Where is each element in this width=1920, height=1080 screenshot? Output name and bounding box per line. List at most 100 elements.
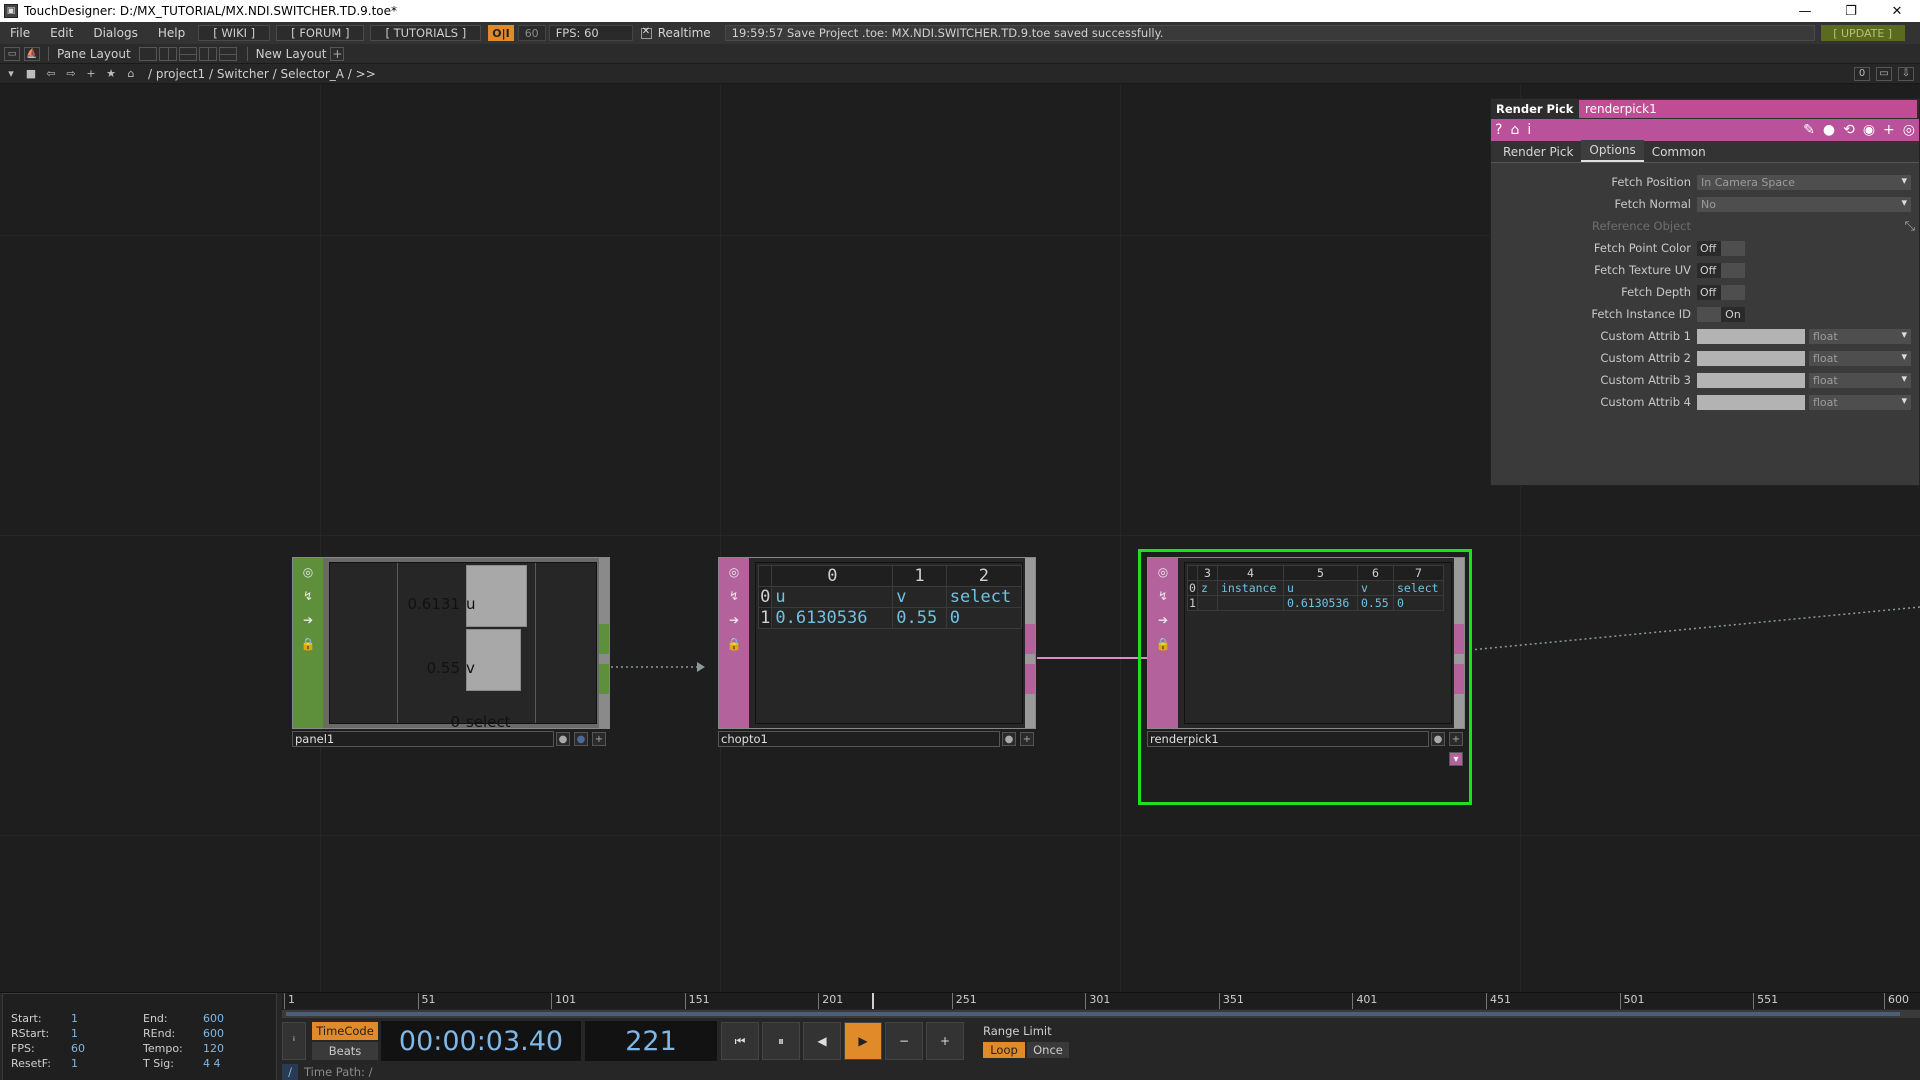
node-body[interactable]: ◎ ↯ ➔ 🔒 0.6131 u 0.55 v 0 select — [292, 557, 610, 731]
docked-icon[interactable]: ⟲ — [1843, 122, 1855, 138]
fetch-instance-id-toggle[interactable]: On — [1697, 306, 1745, 322]
panel-view-icon[interactable]: ⛵ — [24, 46, 40, 61]
cook-icon[interactable]: ↯ — [1153, 586, 1173, 606]
add-param-icon[interactable]: + — [1883, 122, 1895, 138]
viewer-toggle-icon[interactable]: ◎ — [298, 562, 318, 582]
custom-attrib-1-type-menu[interactable]: float — [1809, 328, 1911, 344]
wiki-button[interactable]: [ WIKI ] — [198, 25, 271, 41]
viewer-toggle-icon[interactable]: ◎ — [724, 562, 744, 582]
node-body[interactable]: ◎ ↯ ➔ 🔒 3 4 5 6 7 0 z instance u v selec… — [1147, 557, 1465, 729]
loop-button[interactable]: Loop — [983, 1042, 1025, 1058]
output-connector[interactable] — [1454, 664, 1464, 694]
layout-split-vertical-button[interactable] — [158, 46, 177, 61]
target-icon[interactable]: ◎ — [1903, 122, 1915, 138]
restore-button[interactable]: ❐ — [1828, 0, 1874, 22]
frame-display[interactable]: 221 — [585, 1021, 717, 1061]
lock-icon[interactable]: 🔒 — [724, 634, 744, 654]
menu-edit[interactable]: Edit — [40, 26, 83, 40]
bypass-flag-icon[interactable]: ● — [1431, 732, 1445, 746]
home-icon[interactable]: ⌂ — [122, 66, 140, 82]
python-icon[interactable]: ◉ — [1863, 122, 1875, 138]
stop-icon[interactable]: ■ — [22, 66, 40, 82]
add-icon[interactable]: + — [592, 732, 606, 746]
custom-attrib-2-type-menu[interactable]: float — [1809, 350, 1911, 366]
add-icon[interactable]: + — [82, 66, 100, 82]
perform-mode-button[interactable]: O|I — [488, 25, 514, 41]
bypass-flag-icon[interactable]: ● — [556, 732, 570, 746]
output-connector[interactable] — [1025, 624, 1035, 654]
custom-attrib-4-type-menu[interactable]: float — [1809, 394, 1911, 410]
layout-split-horizontal-button[interactable] — [178, 46, 197, 61]
tutorials-button[interactable]: [ TUTORIALS ] — [370, 25, 482, 41]
add-layout-icon[interactable]: + — [330, 46, 345, 61]
rewind-to-start-icon[interactable]: ⏮ — [721, 1022, 759, 1060]
timecode-mode-button[interactable]: TimeCode — [312, 1022, 378, 1040]
output-connector[interactable] — [1025, 664, 1035, 694]
timeline-ruler[interactable]: 1 51 101 151 201 251 301 351 401 451 501 551 600 — [282, 993, 1920, 1009]
export-arrow-icon[interactable]: ➔ — [1153, 610, 1173, 630]
custom-attrib-4-field[interactable] — [1697, 394, 1805, 410]
close-button[interactable]: ✕ — [1874, 0, 1920, 22]
realtime-toggle[interactable]: Realtime — [640, 26, 711, 40]
fps-cap-field[interactable]: 60 — [517, 25, 546, 41]
tsig-value[interactable]: 4 4 — [203, 1057, 221, 1071]
info-icon[interactable]: i — [1527, 122, 1531, 138]
realtime-checkbox[interactable] — [640, 26, 652, 39]
edit-pencil-icon[interactable]: ✎ — [1803, 122, 1815, 138]
back-icon[interactable]: ⇦ — [42, 66, 60, 82]
dropdown-arrow-icon[interactable]: ▾ — [2, 66, 20, 82]
output-connector[interactable] — [599, 624, 609, 654]
timecode-display[interactable]: 00:00:03.40 — [381, 1021, 581, 1061]
step-back-icon[interactable]: − — [885, 1022, 923, 1060]
panel-viewer[interactable]: 0.6131 u 0.55 v 0 select — [329, 562, 597, 731]
node-renderpick1[interactable]: ◎ ↯ ➔ 🔒 3 4 5 6 7 0 z instance u v selec… — [1138, 549, 1472, 805]
new-layout-label[interactable]: New Layout — [256, 47, 327, 61]
layout-single-button[interactable] — [138, 46, 157, 61]
lock-icon[interactable]: 🔒 — [1153, 634, 1173, 654]
bookmark-star-icon[interactable]: ★ — [102, 66, 120, 82]
python-help-icon[interactable]: ⌂ — [1510, 122, 1519, 138]
custom-attrib-2-field[interactable] — [1697, 350, 1805, 366]
tempo-value[interactable]: 120 — [203, 1042, 224, 1056]
menu-dialogs[interactable]: Dialogs — [83, 26, 147, 40]
viewer-toggle-icon[interactable]: ◎ — [1153, 562, 1173, 582]
node-chopto1[interactable]: ◎ ↯ ➔ 🔒 0 1 2 0 u v select 1 0.6130536 0… — [718, 557, 1036, 747]
add-icon[interactable]: + — [1020, 732, 1034, 746]
node-panel1[interactable]: ◎ ↯ ➔ 🔒 0.6131 u 0.55 v 0 select panel1 … — [292, 557, 610, 747]
operator-name-field[interactable]: renderpick1 — [1579, 100, 1917, 118]
maximize-pane-icon[interactable]: ▭ — [1876, 66, 1892, 81]
play-forward-icon[interactable]: ▶ — [844, 1022, 882, 1060]
fetch-texture-uv-toggle[interactable]: Off — [1697, 262, 1745, 278]
network-path[interactable]: / project1 / Switcher / Selector_A / >> — [148, 67, 376, 81]
forum-button[interactable]: [ FORUM ] — [276, 25, 365, 41]
fetch-normal-menu[interactable]: No — [1697, 196, 1911, 212]
layout-four-button[interactable] — [218, 46, 237, 61]
output-connector[interactable] — [599, 664, 609, 694]
node-body[interactable]: ◎ ↯ ➔ 🔒 0 1 2 0 u v select 1 0.6130536 0… — [718, 557, 1036, 729]
forward-icon[interactable]: ⇨ — [62, 66, 80, 82]
custom-attrib-1-field[interactable] — [1697, 328, 1805, 344]
fetch-depth-toggle[interactable]: Off — [1697, 284, 1745, 300]
add-icon[interactable]: + — [1449, 732, 1463, 746]
end-value[interactable]: 600 — [203, 1012, 224, 1026]
dat-viewer[interactable]: 3 4 5 6 7 0 z instance u v select 1 0.61… — [1184, 562, 1452, 724]
help-icon[interactable]: ? — [1495, 122, 1502, 138]
export-arrow-icon[interactable]: ➔ — [724, 610, 744, 630]
output-connector[interactable] — [1454, 624, 1464, 654]
custom-attrib-3-type-menu[interactable]: float — [1809, 372, 1911, 388]
download-icon[interactable]: ⇩ — [1898, 66, 1914, 81]
update-button[interactable]: [ UPDATE ] — [1820, 25, 1905, 41]
menu-file[interactable]: File — [0, 26, 40, 40]
minimize-button[interactable]: — — [1782, 0, 1828, 22]
eyedropper-icon[interactable]: ⤡ — [1905, 219, 1915, 234]
timeline-options-icon[interactable]: ⁱ — [282, 1022, 306, 1060]
cook-icon[interactable]: ↯ — [298, 586, 318, 606]
fetch-position-menu[interactable]: In Camera Space — [1697, 174, 1911, 190]
resetf-value[interactable]: 1 — [71, 1057, 78, 1071]
pause-icon[interactable]: ⏸ — [762, 1022, 800, 1060]
custom-attrib-3-field[interactable] — [1697, 372, 1805, 388]
beats-mode-button[interactable]: Beats — [312, 1042, 378, 1060]
tab-render-pick[interactable]: Render Pick — [1495, 142, 1581, 162]
node-name-chopto1[interactable]: chopto1 — [718, 731, 1000, 747]
fps-value[interactable]: 60 — [71, 1042, 85, 1056]
